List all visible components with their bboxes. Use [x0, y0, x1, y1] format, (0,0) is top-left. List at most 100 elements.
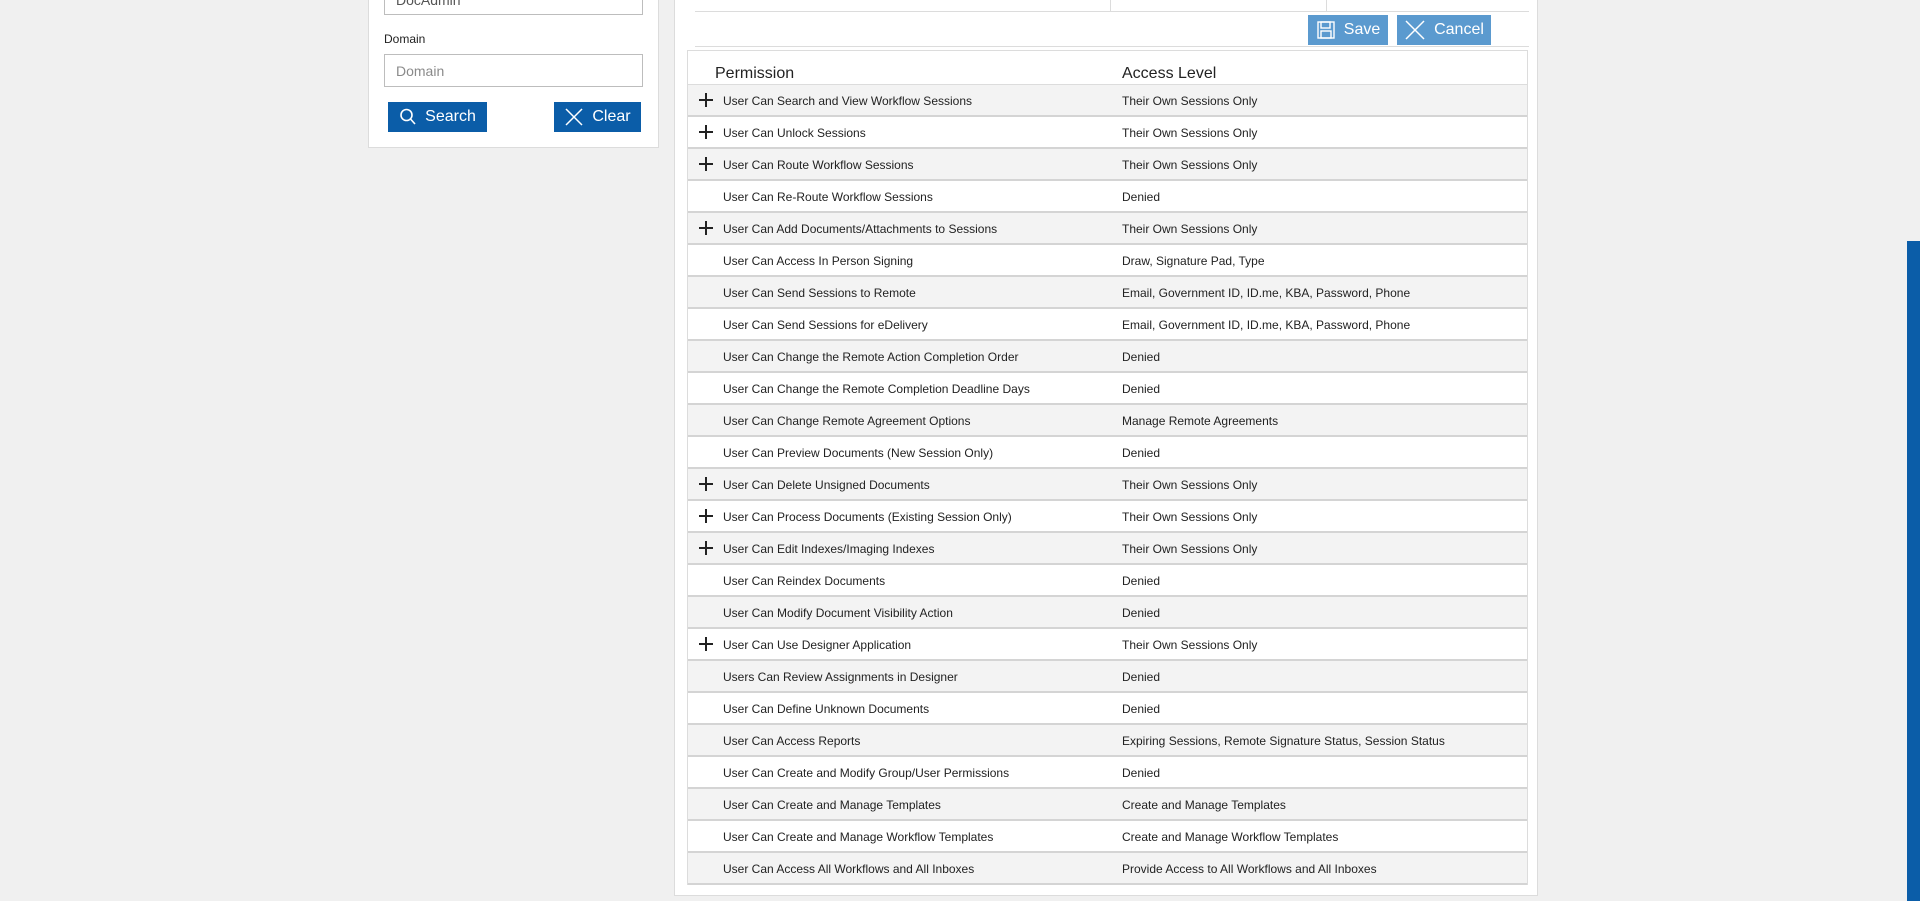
- permissions-panel: Save Cancel Permission Access Level User…: [674, 0, 1538, 896]
- table-row[interactable]: Users Can Review Assignments in Designer…: [688, 661, 1527, 693]
- permission-cell: User Can Reindex Documents: [723, 574, 886, 588]
- save-button[interactable]: Save: [1308, 15, 1388, 45]
- access-level-cell[interactable]: Email, Government ID, ID.me, KBA, Passwo…: [1122, 318, 1410, 332]
- top-strip: [695, 0, 1529, 12]
- permission-cell: User Can Send Sessions for eDelivery: [723, 318, 928, 332]
- permission-cell: User Can Create and Manage Workflow Temp…: [723, 830, 994, 844]
- domain-label: Domain: [384, 32, 426, 46]
- expand-plus-icon[interactable]: [699, 93, 713, 107]
- access-level-cell[interactable]: Their Own Sessions Only: [1122, 222, 1257, 236]
- table-row[interactable]: User Can Unlock Sessions Their Own Sessio…: [688, 117, 1527, 149]
- divider: [695, 46, 1529, 47]
- search-panel: DocAdmin Domain Search Clear: [368, 0, 659, 148]
- user-field[interactable]: DocAdmin: [384, 0, 643, 15]
- page: DocAdmin Domain Search Clear: [0, 0, 1920, 901]
- expand-plus-icon[interactable]: [699, 125, 713, 139]
- clear-button[interactable]: Clear: [554, 102, 641, 132]
- table-body: User Can Search and View Workflow Sessio…: [688, 85, 1527, 885]
- cancel-button[interactable]: Cancel: [1397, 15, 1491, 45]
- permission-cell: User Can Re-Route Workflow Sessions: [723, 190, 933, 204]
- table-row[interactable]: User Can Re-Route Workflow Sessions Denie…: [688, 181, 1527, 213]
- permission-cell: User Can Add Documents/Attachments to Se…: [723, 222, 998, 236]
- table-row[interactable]: User Can Send Sessions for eDelivery Emai…: [688, 309, 1527, 341]
- expand-plus-icon[interactable]: [699, 541, 713, 555]
- permission-cell: User Can Route Workflow Sessions: [723, 158, 914, 172]
- table-row[interactable]: User Can Process Documents (Existing Ses…: [688, 501, 1527, 533]
- access-level-cell[interactable]: Denied: [1122, 606, 1160, 620]
- save-icon: [1317, 21, 1335, 39]
- access-level-cell[interactable]: Denied: [1122, 574, 1160, 588]
- access-level-cell[interactable]: Denied: [1122, 350, 1160, 364]
- table-row[interactable]: User Can Access All Workflows and All In…: [688, 853, 1527, 885]
- access-level-cell[interactable]: Their Own Sessions Only: [1122, 542, 1257, 556]
- permission-cell: User Can Process Documents (Existing Ses…: [723, 510, 1012, 524]
- table-row[interactable]: User Can Create and Manage Workflow Temp…: [688, 821, 1527, 853]
- access-level-cell[interactable]: Their Own Sessions Only: [1122, 510, 1257, 524]
- access-level-cell[interactable]: Provide Access to All Workflows and All …: [1122, 862, 1377, 876]
- access-level-cell[interactable]: Manage Remote Agreements: [1122, 414, 1278, 428]
- table-row[interactable]: User Can Define Unknown Documents Denied: [688, 693, 1527, 725]
- permission-cell: User Can Search and View Workflow Sessio…: [723, 94, 972, 108]
- clear-button-label: Clear: [592, 108, 631, 125]
- access-level-cell[interactable]: Their Own Sessions Only: [1122, 478, 1257, 492]
- access-level-cell[interactable]: Create and Manage Templates: [1122, 798, 1286, 812]
- table-row[interactable]: User Can Create and Modify Group/User Pe…: [688, 757, 1527, 789]
- permission-cell: User Can Modify Document Visibility Acti…: [723, 606, 953, 620]
- permission-cell: User Can Create and Manage Templates: [723, 798, 941, 812]
- access-level-cell[interactable]: Email, Government ID, ID.me, KBA, Passwo…: [1122, 286, 1410, 300]
- cancel-button-label: Cancel: [1434, 21, 1484, 38]
- access-level-cell[interactable]: Their Own Sessions Only: [1122, 94, 1257, 108]
- expand-plus-icon[interactable]: [699, 477, 713, 491]
- divider: [1110, 0, 1111, 11]
- close-icon: [565, 108, 583, 126]
- table-row[interactable]: User Can Send Sessions to Remote Email, G…: [688, 277, 1527, 309]
- save-button-label: Save: [1343, 21, 1381, 38]
- table-row[interactable]: User Can Edit Indexes/Imaging Indexes The…: [688, 533, 1527, 565]
- close-icon: [1405, 20, 1425, 40]
- table-row[interactable]: User Can Add Documents/Attachments to Se…: [688, 213, 1527, 245]
- permission-cell: User Can Access All Workflows and All In…: [723, 862, 975, 876]
- table-row[interactable]: User Can Create and Manage Templates Crea…: [688, 789, 1527, 821]
- table-row[interactable]: User Can Change the Remote Completion De…: [688, 373, 1527, 405]
- access-level-cell[interactable]: Denied: [1122, 766, 1160, 780]
- access-level-cell[interactable]: Denied: [1122, 382, 1160, 396]
- table-header: Permission Access Level: [688, 51, 1527, 85]
- table-row[interactable]: User Can Modify Document Visibility Acti…: [688, 597, 1527, 629]
- permission-cell: User Can Unlock Sessions: [723, 126, 866, 140]
- table-row[interactable]: User Can Change the Remote Action Comple…: [688, 341, 1527, 373]
- access-level-cell[interactable]: Denied: [1122, 446, 1160, 460]
- permission-cell: User Can Change the Remote Completion De…: [723, 382, 1030, 396]
- access-level-cell[interactable]: Denied: [1122, 702, 1160, 716]
- access-level-cell[interactable]: Their Own Sessions Only: [1122, 126, 1257, 140]
- access-level-cell[interactable]: Their Own Sessions Only: [1122, 158, 1257, 172]
- table-row[interactable]: User Can Search and View Workflow Sessio…: [688, 85, 1527, 117]
- access-level-cell[interactable]: Expiring Sessions, Remote Signature Stat…: [1122, 734, 1445, 748]
- table-row[interactable]: User Can Change Remote Agreement Options…: [688, 405, 1527, 437]
- domain-input[interactable]: [384, 54, 643, 87]
- access-level-cell[interactable]: Their Own Sessions Only: [1122, 638, 1257, 652]
- expand-plus-icon[interactable]: [699, 509, 713, 523]
- access-level-cell[interactable]: Create and Manage Workflow Templates: [1122, 830, 1338, 844]
- permission-cell: User Can Access Reports: [723, 734, 861, 748]
- permission-cell: User Can Change Remote Agreement Options: [723, 414, 971, 428]
- permission-cell: User Can Send Sessions to Remote: [723, 286, 916, 300]
- table-row[interactable]: User Can Access In Person Signing Draw, S…: [688, 245, 1527, 277]
- access-level-cell[interactable]: Denied: [1122, 190, 1160, 204]
- permission-cell: User Can Use Designer Application: [723, 638, 912, 652]
- permissions-table: Permission Access Level User Can Search …: [687, 50, 1528, 885]
- table-row[interactable]: User Can Access Reports Expiring Sessions…: [688, 725, 1527, 757]
- expand-plus-icon[interactable]: [699, 637, 713, 651]
- access-level-cell[interactable]: Denied: [1122, 670, 1160, 684]
- search-button[interactable]: Search: [388, 102, 487, 132]
- access-level-cell[interactable]: Draw, Signature Pad, Type: [1122, 254, 1265, 268]
- table-row[interactable]: User Can Route Workflow Sessions Their Ow…: [688, 149, 1527, 181]
- table-row[interactable]: User Can Reindex Documents Denied: [688, 565, 1527, 597]
- table-row[interactable]: User Can Use Designer Application Their O…: [688, 629, 1527, 661]
- permission-cell: User Can Preview Documents (New Session …: [723, 446, 994, 460]
- column-header-access-level: Access Level: [1122, 65, 1217, 82]
- table-row[interactable]: User Can Preview Documents (New Session …: [688, 437, 1527, 469]
- table-row[interactable]: User Can Delete Unsigned Documents Their …: [688, 469, 1527, 501]
- search-button-label: Search: [425, 108, 476, 125]
- expand-plus-icon[interactable]: [699, 221, 713, 235]
- expand-plus-icon[interactable]: [699, 157, 713, 171]
